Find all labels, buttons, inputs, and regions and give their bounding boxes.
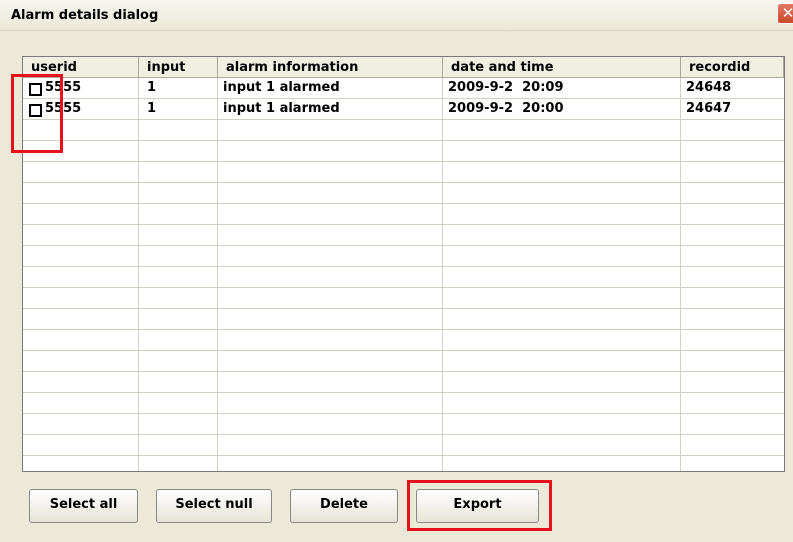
column-header-alarm-information[interactable]: alarm information xyxy=(218,57,443,78)
column-divider xyxy=(442,78,443,471)
column-divider xyxy=(680,78,681,471)
cell-recordid: 24648 xyxy=(686,80,732,95)
column-divider xyxy=(217,78,218,471)
cell-userid: 5555 xyxy=(45,101,82,116)
close-button[interactable]: ✕ xyxy=(777,3,793,24)
export-button[interactable]: Export xyxy=(416,489,539,523)
alarm-list[interactable]: userid input alarm information date and … xyxy=(22,56,785,472)
cell-date-and-time: 2009-9-2 20:00 xyxy=(448,101,564,116)
delete-button[interactable]: Delete xyxy=(290,489,398,523)
title-bar: Alarm details dialog ✕ xyxy=(0,0,793,31)
select-null-button[interactable]: Select null xyxy=(156,489,272,523)
close-icon: ✕ xyxy=(782,4,793,22)
cell-alarm-information: input 1 alarmed xyxy=(223,80,340,95)
column-header-date-and-time[interactable]: date and time xyxy=(443,57,681,78)
column-divider xyxy=(138,78,139,471)
cell-userid: 5555 xyxy=(45,80,82,95)
table-header: userid input alarm information date and … xyxy=(23,57,784,79)
cell-date-and-time: 2009-9-2 20:09 xyxy=(448,80,564,95)
select-all-button[interactable]: Select all xyxy=(29,489,138,523)
row-checkbox[interactable] xyxy=(29,83,42,96)
cell-alarm-information: input 1 alarmed xyxy=(223,101,340,116)
cell-input: 1 xyxy=(147,101,157,116)
column-header-userid[interactable]: userid xyxy=(23,57,139,78)
column-header-input[interactable]: input xyxy=(139,57,218,78)
dialog-title: Alarm details dialog xyxy=(11,8,159,23)
row-checkbox[interactable] xyxy=(29,104,42,117)
cell-input: 1 xyxy=(147,80,157,95)
cell-recordid: 24647 xyxy=(686,101,732,116)
column-header-recordid[interactable]: recordid xyxy=(681,57,784,78)
